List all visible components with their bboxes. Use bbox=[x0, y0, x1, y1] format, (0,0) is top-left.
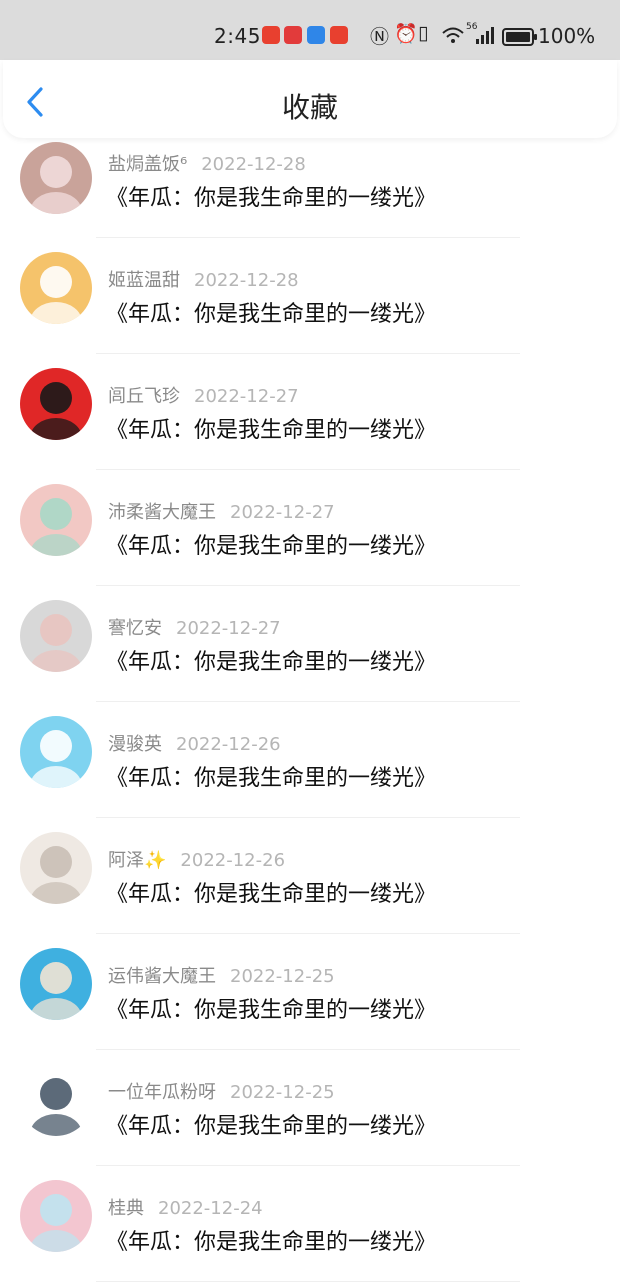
sale-app-icon bbox=[330, 26, 348, 44]
avatar-image bbox=[20, 1180, 92, 1252]
post-date: 2022-12-26 bbox=[180, 850, 286, 871]
username-line: 姬蓝温甜 2022-12-28 bbox=[108, 266, 299, 292]
list-item[interactable]: 姬蓝温甜 2022-12-28 《年瓜：你是我生命里的一缕光》 bbox=[0, 238, 620, 354]
username[interactable]: 謇忆安 bbox=[108, 618, 162, 639]
avatar-image bbox=[20, 948, 92, 1020]
avatar-image bbox=[20, 832, 92, 904]
username[interactable]: 一位年瓜粉呀 bbox=[108, 1082, 216, 1103]
battery-percent: 100% bbox=[538, 24, 596, 48]
list-item[interactable]: 闾丘飞珍 2022-12-27 《年瓜：你是我生命里的一缕光》 bbox=[0, 354, 620, 470]
favorites-list: 盐焗盖饭⁶ 2022-12-28 《年瓜：你是我生命里的一缕光》 姬蓝温甜 2022-1… bbox=[0, 138, 620, 1282]
favorite-title[interactable]: 《年瓜：你是我生命里的一缕光》 bbox=[106, 644, 436, 676]
username-line: 盐焗盖饭⁶ 2022-12-28 bbox=[108, 150, 306, 176]
username[interactable]: 桂典 bbox=[108, 1198, 144, 1219]
username[interactable]: 漫骏英 bbox=[108, 734, 162, 755]
avatar-image bbox=[20, 1064, 92, 1136]
battery-icon bbox=[502, 28, 537, 46]
avatar[interactable] bbox=[20, 484, 92, 556]
favorite-title[interactable]: 《年瓜：你是我生命里的一缕光》 bbox=[106, 180, 436, 212]
post-date: 2022-12-27 bbox=[176, 618, 281, 639]
avatar-image bbox=[20, 142, 92, 214]
avatar[interactable] bbox=[20, 1064, 92, 1136]
list-item[interactable]: 盐焗盖饭⁶ 2022-12-28 《年瓜：你是我生命里的一缕光》 bbox=[0, 138, 620, 238]
username-line: 桂典 2022-12-24 bbox=[108, 1194, 263, 1220]
username[interactable]: 闾丘飞珍 bbox=[108, 386, 180, 407]
list-item[interactable]: 运伟酱大魔王 2022-12-25 《年瓜：你是我生命里的一缕光》 bbox=[0, 934, 620, 1050]
list-item[interactable]: 謇忆安 2022-12-27 《年瓜：你是我生命里的一缕光》 bbox=[0, 586, 620, 702]
signal-icon bbox=[476, 27, 494, 44]
status-bar: 2:45 Ⓝ ⏰ ▯ 56 100% bbox=[0, 0, 620, 60]
cloud-app-icon bbox=[307, 26, 325, 44]
list-item[interactable]: 桂典 2022-12-24 《年瓜：你是我生命里的一缕光》 bbox=[0, 1166, 620, 1282]
list-item[interactable]: 沛柔酱大魔王 2022-12-27 《年瓜：你是我生命里的一缕光》 bbox=[0, 470, 620, 586]
username-line: 阿泽✨ 2022-12-26 bbox=[108, 846, 285, 872]
alarm-icon: ⏰ bbox=[394, 23, 418, 45]
username-line: 沛柔酱大魔王 2022-12-27 bbox=[108, 498, 335, 524]
post-date: 2022-12-24 bbox=[158, 1198, 263, 1219]
list-item[interactable]: 漫骏英 2022-12-26 《年瓜：你是我生命里的一缕光》 bbox=[0, 702, 620, 818]
username[interactable]: 盐焗盖饭⁶ bbox=[108, 154, 187, 175]
avatar[interactable] bbox=[20, 142, 92, 214]
username-line: 謇忆安 2022-12-27 bbox=[108, 614, 281, 640]
post-date: 2022-12-28 bbox=[201, 154, 306, 175]
favorite-title[interactable]: 《年瓜：你是我生命里的一缕光》 bbox=[106, 1108, 436, 1140]
avatar[interactable] bbox=[20, 368, 92, 440]
post-date: 2022-12-26 bbox=[176, 734, 281, 755]
red-app-icon bbox=[284, 26, 302, 44]
avatar-image bbox=[20, 368, 92, 440]
username[interactable]: 阿泽✨ bbox=[108, 850, 166, 871]
avatar[interactable] bbox=[20, 832, 92, 904]
avatar-image bbox=[20, 716, 92, 788]
avatar-image bbox=[20, 252, 92, 324]
username[interactable]: 运伟酱大魔王 bbox=[108, 966, 216, 987]
username[interactable]: 姬蓝温甜 bbox=[108, 270, 180, 291]
favorite-title[interactable]: 《年瓜：你是我生命里的一缕光》 bbox=[106, 296, 436, 328]
wifi-icon bbox=[442, 27, 464, 43]
taobao-icon bbox=[262, 26, 280, 44]
favorite-title[interactable]: 《年瓜：你是我生命里的一缕光》 bbox=[106, 1224, 436, 1256]
avatar[interactable] bbox=[20, 1180, 92, 1252]
post-date: 2022-12-25 bbox=[230, 966, 335, 987]
post-date: 2022-12-27 bbox=[194, 386, 299, 407]
favorite-title[interactable]: 《年瓜：你是我生命里的一缕光》 bbox=[106, 992, 436, 1024]
vibrate-icon: ▯ bbox=[418, 22, 429, 44]
avatar[interactable] bbox=[20, 252, 92, 324]
header-bar: 收藏 bbox=[3, 60, 617, 138]
username-line: 运伟酱大魔王 2022-12-25 bbox=[108, 962, 335, 988]
username-line: 一位年瓜粉呀 2022-12-25 bbox=[108, 1078, 335, 1104]
username[interactable]: 沛柔酱大魔王 bbox=[108, 502, 216, 523]
post-date: 2022-12-25 bbox=[230, 1082, 335, 1103]
avatar[interactable] bbox=[20, 600, 92, 672]
post-date: 2022-12-28 bbox=[194, 270, 299, 291]
favorite-title[interactable]: 《年瓜：你是我生命里的一缕光》 bbox=[106, 412, 436, 444]
avatar-image bbox=[20, 484, 92, 556]
status-time: 2:45 bbox=[214, 24, 261, 48]
username-line: 闾丘飞珍 2022-12-27 bbox=[108, 382, 299, 408]
avatar[interactable] bbox=[20, 716, 92, 788]
favorite-title[interactable]: 《年瓜：你是我生命里的一缕光》 bbox=[106, 528, 436, 560]
post-date: 2022-12-27 bbox=[230, 502, 335, 523]
page-title: 收藏 bbox=[281, 91, 338, 124]
username-line: 漫骏英 2022-12-26 bbox=[108, 730, 281, 756]
favorite-title[interactable]: 《年瓜：你是我生命里的一缕光》 bbox=[106, 760, 436, 792]
avatar-image bbox=[20, 600, 92, 672]
favorite-title[interactable]: 《年瓜：你是我生命里的一缕光》 bbox=[106, 876, 436, 908]
list-item[interactable]: 阿泽✨ 2022-12-26 《年瓜：你是我生命里的一缕光》 bbox=[0, 818, 620, 934]
avatar[interactable] bbox=[20, 948, 92, 1020]
list-item[interactable]: 一位年瓜粉呀 2022-12-25 《年瓜：你是我生命里的一缕光》 bbox=[0, 1050, 620, 1166]
nfc-icon: Ⓝ bbox=[370, 26, 390, 48]
